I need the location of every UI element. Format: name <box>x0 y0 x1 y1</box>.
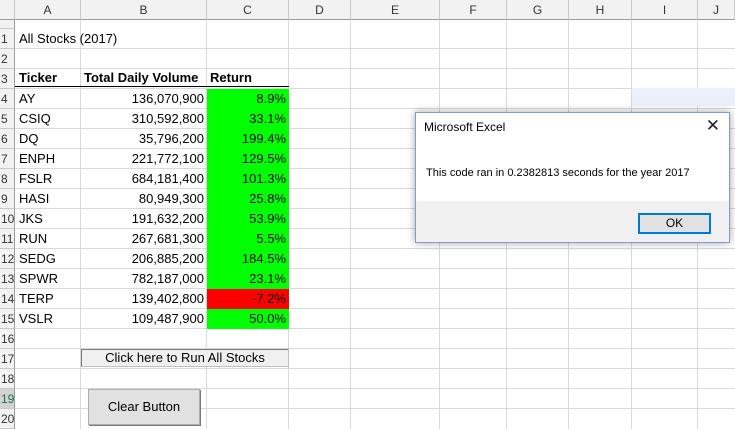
background-shape <box>632 88 735 106</box>
return-cell[interactable]: 23.1% <box>207 269 289 289</box>
return-cell[interactable]: 101.3% <box>207 169 289 189</box>
row-header-2[interactable]: 2 <box>0 49 15 69</box>
return-cell[interactable]: 129.5% <box>207 149 289 169</box>
ticker-cell[interactable]: JKS <box>16 209 80 229</box>
row-header-19[interactable]: 19 <box>0 389 15 409</box>
row-header-17[interactable]: 17 <box>0 349 15 369</box>
volume-cell[interactable]: 267,681,300 <box>81 229 207 249</box>
ticker-cell[interactable]: TERP <box>16 289 80 309</box>
row-header-16[interactable]: 16 <box>0 329 15 349</box>
close-icon[interactable]: ✕ <box>706 116 720 136</box>
dialog-title: Microsoft Excel <box>424 120 506 134</box>
volume-cell[interactable]: 139,402,800 <box>81 289 207 309</box>
row-header-14[interactable]: 14 <box>0 289 15 309</box>
column-header-a[interactable]: A <box>15 0 81 20</box>
row-header-7[interactable]: 7 <box>0 149 15 169</box>
return-cell[interactable]: 50.0% <box>207 309 289 329</box>
ticker-cell[interactable]: ENPH <box>16 149 80 169</box>
volume-cell[interactable]: 191,632,200 <box>81 209 207 229</box>
column-header-f[interactable]: F <box>440 0 507 20</box>
header-volume[interactable]: Total Daily Volume <box>81 68 207 88</box>
select-all-corner[interactable] <box>0 0 15 20</box>
row-header-5[interactable]: 5 <box>0 109 15 129</box>
column-header-c[interactable]: C <box>207 0 289 20</box>
ticker-cell[interactable]: CSIQ <box>16 109 80 129</box>
row-header-12[interactable]: 12 <box>0 249 15 269</box>
volume-cell[interactable]: 109,487,900 <box>81 309 207 329</box>
column-header-e[interactable]: E <box>351 0 440 20</box>
return-cell[interactable]: 53.9% <box>207 209 289 229</box>
volume-cell[interactable]: 310,592,800 <box>81 109 207 129</box>
volume-cell[interactable]: 782,187,000 <box>81 269 207 289</box>
volume-cell[interactable]: 206,885,200 <box>81 249 207 269</box>
ticker-cell[interactable]: FSLR <box>16 169 80 189</box>
ticker-cell[interactable]: DQ <box>16 129 80 149</box>
return-cell[interactable]: 25.8% <box>207 189 289 209</box>
dialog-footer: OK <box>416 201 729 242</box>
clear-button[interactable]: Clear Button <box>88 389 200 425</box>
return-cell[interactable]: 184.5% <box>207 249 289 269</box>
row-header-20[interactable]: 20 <box>0 409 15 429</box>
ticker-cell[interactable]: RUN <box>16 229 80 249</box>
column-header-h[interactable]: H <box>569 0 632 20</box>
row-header-18[interactable]: 18 <box>0 369 15 389</box>
ticker-cell[interactable]: HASI <box>16 189 80 209</box>
row-header-11[interactable]: 11 <box>0 229 15 249</box>
volume-cell[interactable]: 136,070,900 <box>81 89 207 109</box>
sheet-title-cell[interactable]: All Stocks (2017) <box>16 29 206 49</box>
row-header-13[interactable]: 13 <box>0 269 15 289</box>
header-underline <box>15 86 289 87</box>
row-header-spacer <box>0 20 15 29</box>
column-header-g[interactable]: G <box>507 0 569 20</box>
run-all-stocks-button[interactable]: Click here to Run All Stocks <box>81 349 289 367</box>
row-header-10[interactable]: 10 <box>0 209 15 229</box>
dialog-message: This code ran in 0.2382813 seconds for t… <box>426 167 690 179</box>
column-header-i[interactable]: I <box>632 0 698 20</box>
volume-cell[interactable]: 221,772,100 <box>81 149 207 169</box>
row-header-4[interactable]: 4 <box>0 89 15 109</box>
ticker-cell[interactable]: VSLR <box>16 309 80 329</box>
row-header-9[interactable]: 9 <box>0 189 15 209</box>
volume-cell[interactable]: 80,949,300 <box>81 189 207 209</box>
grid-line <box>15 368 735 369</box>
column-header-b[interactable]: B <box>81 0 207 20</box>
column-header-d[interactable]: D <box>289 0 351 20</box>
ticker-cell[interactable]: SPWR <box>16 269 80 289</box>
header-return[interactable]: Return <box>207 68 289 88</box>
ticker-cell[interactable]: AY <box>16 89 80 109</box>
message-box[interactable]: Microsoft Excel ✕ This code ran in 0.238… <box>415 112 730 243</box>
row-header-6[interactable]: 6 <box>0 129 15 149</box>
row-header-15[interactable]: 15 <box>0 309 15 329</box>
volume-cell[interactable]: 684,181,400 <box>81 169 207 189</box>
return-cell[interactable]: 5.5% <box>207 229 289 249</box>
header-ticker[interactable]: Ticker <box>16 68 80 88</box>
row-header-1[interactable]: 1 <box>0 29 15 49</box>
return-cell[interactable]: 8.9% <box>207 89 289 109</box>
column-header-j[interactable]: J <box>698 0 735 20</box>
ok-button[interactable]: OK <box>638 213 711 234</box>
return-cell[interactable]: 199.4% <box>207 129 289 149</box>
volume-cell[interactable]: 35,796,200 <box>81 129 207 149</box>
row-header-8[interactable]: 8 <box>0 169 15 189</box>
return-cell[interactable]: 33.1% <box>207 109 289 129</box>
return-cell[interactable]: -7.2% <box>207 289 289 309</box>
row-header-3[interactable]: 3 <box>0 69 15 89</box>
ticker-cell[interactable]: SEDG <box>16 249 80 269</box>
